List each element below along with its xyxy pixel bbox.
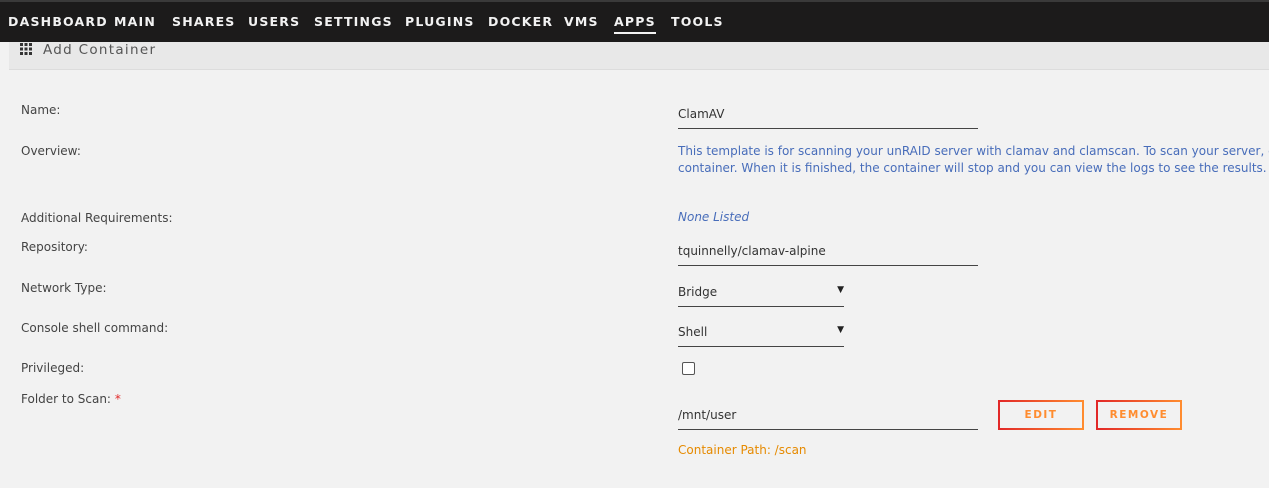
nav-users[interactable]: USERS [248, 14, 300, 29]
console-shell-value: Shell [678, 325, 708, 339]
name-input[interactable]: ClamAV [678, 107, 978, 129]
folder-to-scan-input[interactable]: /mnt/user [678, 408, 978, 430]
overview-label: Overview: [21, 144, 81, 158]
container-path-text: Container Path: /scan [678, 443, 807, 457]
repository-label: Repository: [21, 240, 88, 254]
nav-apps[interactable]: APPS [614, 14, 656, 34]
nav-shares[interactable]: SHARES [172, 14, 236, 29]
required-mark: * [114, 392, 121, 406]
nav-tools[interactable]: TOOLS [671, 14, 724, 29]
privileged-checkbox[interactable] [682, 362, 695, 375]
top-nav-bar: DASHBOARD MAIN SHARES USERS SETTINGS PLU… [0, 0, 1269, 42]
console-shell-label: Console shell command: [21, 321, 169, 335]
nav-docker[interactable]: DOCKER [488, 14, 553, 29]
console-shell-select[interactable]: Shell ▼ [678, 325, 844, 347]
page-title: Add Container [43, 42, 157, 58]
network-type-value: Bridge [678, 285, 718, 299]
name-label: Name: [21, 103, 61, 117]
page-title-bar: Add Container [9, 42, 1269, 70]
nav-settings[interactable]: SETTINGS [314, 14, 393, 29]
remove-button[interactable]: REMOVE [1096, 400, 1182, 430]
edit-button[interactable]: EDIT [998, 400, 1084, 430]
nav-vms[interactable]: VMS [564, 14, 599, 29]
nav-plugins[interactable]: PLUGINS [405, 14, 475, 29]
folder-to-scan-label: Folder to Scan: * [21, 392, 121, 406]
network-type-label: Network Type: [21, 281, 107, 295]
overview-line-2: container. When it is finished, the cont… [678, 161, 1267, 175]
requirements-label: Additional Requirements: [21, 211, 173, 225]
requirements-value: None Listed [678, 210, 750, 224]
repository-input[interactable]: tquinnelly/clamav-alpine [678, 244, 978, 266]
network-type-select[interactable]: Bridge ▼ [678, 285, 844, 307]
privileged-label: Privileged: [21, 361, 85, 375]
folder-to-scan-label-text: Folder to Scan: [21, 392, 111, 406]
overview-text: This template is for scanning your unRAI… [678, 143, 1269, 177]
nav-dashboard[interactable]: DASHBOARD [8, 14, 108, 29]
grid-icon [20, 43, 32, 55]
nav-main[interactable]: MAIN [114, 14, 156, 29]
dropdown-arrow-icon: ▼ [837, 285, 844, 295]
dropdown-arrow-icon: ▼ [837, 325, 844, 335]
overview-line-1: This template is for scanning your unRAI… [678, 144, 1269, 158]
